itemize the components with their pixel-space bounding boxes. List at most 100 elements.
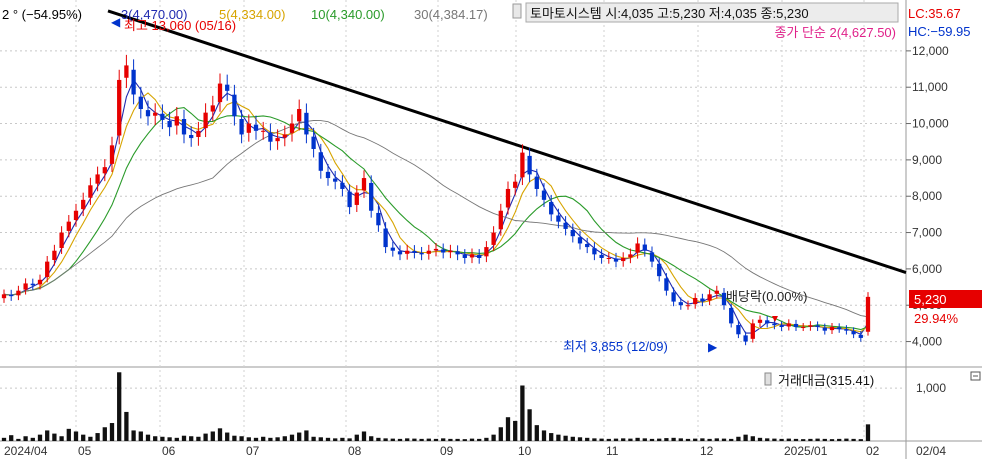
candle-body (145, 110, 151, 117)
candle-body (246, 123, 251, 133)
candle-body (491, 232, 496, 245)
volume-bar (815, 438, 820, 441)
candle-body (757, 319, 763, 323)
candle-body (109, 145, 115, 164)
candle-body (513, 181, 518, 188)
volume-bar (822, 438, 827, 441)
volume-bar (1, 437, 7, 441)
volume-bar (145, 434, 151, 441)
volume-bar (405, 438, 410, 441)
candle-body (318, 152, 323, 171)
volume-bar (649, 438, 655, 441)
volume-bar (268, 437, 273, 441)
candle-body (563, 222, 568, 229)
volume-bar (729, 438, 734, 441)
candle-body (189, 134, 194, 139)
candle-body (405, 250, 410, 254)
low-arrow: ▶ (708, 340, 718, 354)
candle-body (577, 237, 583, 244)
volume-bar (534, 425, 539, 441)
candle-body (570, 230, 575, 237)
volume-bar (16, 438, 21, 441)
volume-bar (88, 436, 93, 441)
volume-bar (246, 437, 251, 441)
volume-toggle-icon[interactable] (764, 372, 772, 386)
volume-bar (527, 409, 532, 441)
candle-body (397, 251, 403, 255)
candle-body (225, 84, 230, 91)
candle-body (282, 134, 287, 138)
volume-bar (685, 438, 691, 441)
volume-bar (333, 438, 338, 441)
candle-body (181, 119, 187, 135)
candle-body (376, 212, 381, 226)
volume-bar (189, 436, 194, 441)
candle-body (196, 130, 201, 137)
volume-bar (124, 411, 129, 441)
candle-body (556, 215, 561, 222)
volume-bar (174, 437, 179, 441)
volume-bar (484, 437, 489, 441)
date-tick-label: 11 (606, 444, 619, 458)
candle-body (606, 257, 611, 259)
candle-body (390, 247, 395, 251)
date-tick-label: 10 (518, 444, 532, 458)
candle-body (736, 325, 741, 335)
high-label: 최고 13,060 (05/16) (124, 18, 236, 33)
ma30-legend: 30(4,384.17) (414, 7, 488, 22)
price-tick-label: 11,000 (912, 80, 948, 94)
volume-bar (786, 438, 791, 441)
volume-bar (261, 436, 266, 441)
volume-bar (779, 438, 784, 441)
ma10-legend: 10(4,340.00) (311, 7, 385, 22)
candle-body (743, 335, 748, 342)
candle-body (333, 178, 338, 182)
date-tick-label: 2025/01 (784, 444, 828, 458)
volume-bar (642, 438, 647, 441)
volume-bar (117, 372, 122, 441)
low-label: 최저 3,855 (12/09) (563, 339, 668, 354)
candle-body (426, 250, 431, 254)
candle-body (239, 119, 244, 135)
current-price: 5,230 (914, 292, 947, 307)
date-tick-label: 02 (866, 444, 880, 458)
candle-body (851, 331, 856, 335)
candle-body (59, 232, 64, 248)
price-tick-label: 10,000 (912, 117, 949, 131)
candle-body (325, 171, 331, 179)
volume-bar (73, 431, 79, 441)
candle-body (678, 302, 683, 306)
candle-body (311, 136, 316, 149)
volume-bar (66, 428, 71, 441)
volume-bar (455, 438, 460, 441)
candle-body (455, 251, 460, 255)
legend-toggle-icon[interactable] (512, 3, 522, 19)
date-tick-label: 12 (700, 444, 714, 458)
volume-bar (433, 438, 439, 441)
volume-bar (599, 438, 604, 441)
volume-bar (477, 438, 482, 441)
volume-bar (736, 436, 741, 441)
candle-body (304, 112, 309, 135)
volume-bar (369, 436, 374, 441)
volume-bar (239, 436, 244, 441)
candle-body (261, 130, 266, 132)
volume-bar (225, 432, 230, 441)
volume-bar (325, 437, 331, 441)
candle-body (174, 116, 179, 126)
volume-bar (23, 436, 28, 441)
volume-bar (131, 430, 136, 441)
volume-bar (153, 436, 158, 441)
change-percent: 29.94% (914, 311, 959, 326)
candle-body (16, 290, 21, 296)
volume-bar (441, 438, 446, 441)
candle-body (635, 243, 640, 253)
volume-bar (52, 433, 57, 441)
candle-body (858, 334, 863, 338)
candle-body (210, 105, 215, 112)
volume-bar (858, 439, 863, 441)
volume-bar (232, 435, 237, 441)
volume-bar (793, 438, 799, 441)
volume-bar (426, 438, 431, 441)
volume-bar (59, 436, 64, 441)
